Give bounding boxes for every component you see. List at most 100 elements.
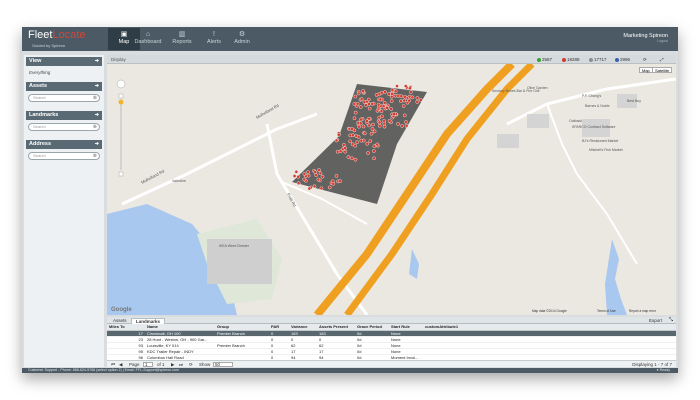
- asset-marker[interactable]: [367, 102, 371, 106]
- asset-marker[interactable]: [393, 89, 398, 94]
- asset-marker[interactable]: [338, 149, 343, 154]
- asset-marker[interactable]: [318, 171, 323, 176]
- asset-marker[interactable]: [361, 89, 366, 93]
- asset-marker[interactable]: [403, 94, 407, 99]
- export-button[interactable]: Export: [649, 318, 662, 323]
- asset-marker[interactable]: [342, 143, 346, 147]
- asset-marker[interactable]: [383, 90, 387, 94]
- page-size-select[interactable]: 50: [213, 362, 233, 367]
- asset-marker[interactable]: [378, 97, 383, 102]
- asset-marker[interactable]: [353, 94, 358, 99]
- asset-marker[interactable]: [357, 124, 361, 129]
- asset-marker[interactable]: [312, 184, 317, 189]
- asset-marker[interactable]: [356, 91, 361, 96]
- asset-marker[interactable]: [320, 174, 325, 179]
- map-type-button[interactable]: Map: [639, 67, 653, 73]
- asset-marker[interactable]: [399, 94, 404, 99]
- asset-marker[interactable]: [372, 144, 377, 148]
- clear-icon[interactable]: ⊗: [93, 95, 97, 101]
- asset-marker[interactable]: [396, 122, 400, 126]
- asset-marker[interactable]: [404, 124, 409, 128]
- asset-marker[interactable]: [396, 94, 401, 98]
- asset-marker[interactable]: [338, 179, 342, 183]
- asset-marker[interactable]: [362, 131, 367, 136]
- asset-marker[interactable]: [348, 139, 352, 144]
- zoom-slider[interactable]: [120, 100, 122, 170]
- asset-marker[interactable]: [402, 98, 406, 103]
- asset-marker[interactable]: [306, 173, 311, 178]
- asset-marker[interactable]: [372, 149, 376, 153]
- asset-marker[interactable]: [390, 91, 394, 96]
- asset-marker[interactable]: [387, 119, 392, 123]
- view-header[interactable]: View ➔: [26, 57, 102, 66]
- asset-marker[interactable]: [368, 139, 373, 143]
- asset-marker[interactable]: [313, 170, 317, 174]
- assets-search-input[interactable]: Search ⊗: [28, 94, 100, 102]
- asset-marker[interactable]: [352, 102, 357, 106]
- asset-marker[interactable]: [367, 123, 371, 128]
- asset-marker[interactable]: [316, 177, 321, 182]
- asset-marker[interactable]: [402, 113, 407, 118]
- asset-marker[interactable]: [343, 149, 348, 154]
- logout-link[interactable]: Logout: [623, 39, 668, 43]
- asset-marker[interactable]: [387, 92, 391, 96]
- asset-marker[interactable]: [376, 102, 381, 107]
- asset-marker[interactable]: [356, 135, 361, 139]
- asset-marker[interactable]: [317, 168, 321, 172]
- asset-marker[interactable]: [334, 174, 339, 178]
- asset-marker[interactable]: [372, 156, 376, 161]
- asset-marker[interactable]: [334, 138, 339, 143]
- stat-stopped[interactable]: 18288: [562, 57, 580, 62]
- asset-marker[interactable]: [346, 155, 351, 159]
- asset-marker[interactable]: [375, 142, 380, 147]
- zoom-in-icon[interactable]: [118, 93, 124, 99]
- asset-marker[interactable]: [359, 138, 364, 143]
- pan-icon[interactable]: [116, 79, 126, 89]
- asset-marker[interactable]: [409, 90, 413, 94]
- fullscreen-icon[interactable]: ⤢: [660, 57, 664, 62]
- asset-marker[interactable]: [362, 100, 367, 104]
- map-canvas[interactable]: Mulholland Rd Mulholland Rd Pratt Rd Smo…: [107, 64, 676, 315]
- stat-other[interactable]: 2996: [615, 57, 630, 62]
- asset-marker[interactable]: [336, 132, 341, 137]
- asset-marker[interactable]: [403, 84, 408, 88]
- map-breadcrumb[interactable]: Display: [111, 57, 126, 62]
- asset-marker[interactable]: [353, 143, 357, 148]
- asset-marker[interactable]: [395, 84, 399, 88]
- report-error-link[interactable]: Report a map error: [629, 309, 657, 313]
- address-search-input[interactable]: Search ⊗: [28, 152, 100, 160]
- asset-marker[interactable]: [367, 106, 372, 111]
- last-page-icon[interactable]: ⏭: [179, 362, 183, 367]
- asset-marker[interactable]: [370, 127, 375, 131]
- first-page-icon[interactable]: ⏮: [111, 362, 115, 367]
- page-input[interactable]: 1: [143, 362, 153, 367]
- asset-marker[interactable]: [401, 104, 406, 108]
- asset-marker[interactable]: [382, 121, 387, 126]
- asset-marker[interactable]: [359, 117, 363, 122]
- assets-header[interactable]: Assets ➔: [26, 82, 102, 91]
- asset-marker[interactable]: [419, 98, 423, 102]
- asset-marker[interactable]: [365, 119, 369, 123]
- user-menu[interactable]: Marketing Spireon Logout: [623, 33, 668, 43]
- asset-marker[interactable]: [355, 140, 359, 145]
- asset-marker[interactable]: [371, 122, 375, 127]
- view-value[interactable]: Everything: [29, 70, 50, 75]
- asset-marker[interactable]: [294, 170, 299, 174]
- asset-marker[interactable]: [292, 174, 297, 178]
- asset-marker[interactable]: [382, 124, 387, 129]
- asset-marker[interactable]: [380, 114, 384, 119]
- asset-marker[interactable]: [370, 102, 374, 106]
- asset-marker[interactable]: [410, 95, 415, 100]
- asset-marker[interactable]: [377, 120, 382, 125]
- nav-admin[interactable]: ⚙ Admin: [226, 28, 258, 50]
- nav-reports[interactable]: ▥ Reports: [166, 28, 198, 50]
- asset-marker[interactable]: [361, 124, 366, 129]
- asset-marker[interactable]: [307, 186, 312, 191]
- asset-marker[interactable]: [390, 88, 395, 92]
- zoom-out-icon[interactable]: [118, 171, 124, 177]
- asset-marker[interactable]: [369, 131, 374, 136]
- collapse-icon[interactable]: ⤡: [669, 317, 673, 323]
- asset-marker[interactable]: [415, 96, 420, 100]
- asset-marker[interactable]: [358, 121, 363, 126]
- asset-marker[interactable]: [353, 110, 358, 115]
